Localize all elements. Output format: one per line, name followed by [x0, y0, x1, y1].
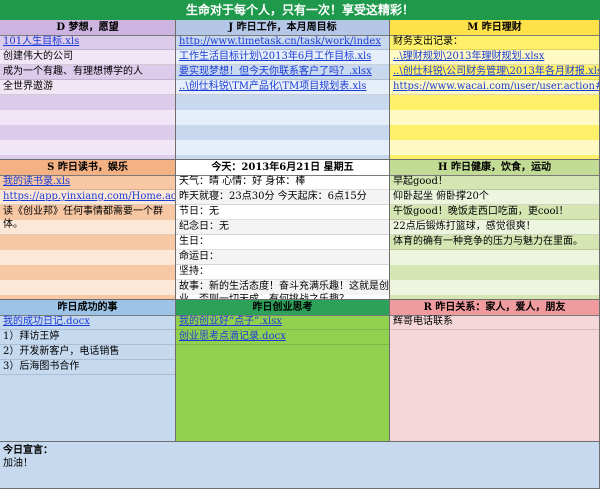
health-item: 仰卧起坐 俯卧撑20个 — [390, 190, 599, 205]
today-birthday: 生日： — [176, 235, 389, 250]
today-weather: 天气：晴 心情：好 身体：棒 — [176, 175, 389, 190]
finance-link-wacai[interactable]: https://www.wacai.com/user/user.action#6… — [390, 80, 599, 95]
panel-business: 昨日创业思考 我的创业好“点子”.xlsx 创业思考点滴记录.docx — [176, 300, 390, 442]
panel-today: 今天：2013年6月21日 星期五 天气：晴 心情：好 身体：棒 昨天就寝：23… — [176, 160, 390, 300]
business-link-thoughts[interactable]: 创业思考点滴记录.docx — [176, 330, 389, 345]
panel-work-header: J 昨日工作，本月周目标 — [176, 20, 389, 36]
panel-finance: M 昨日理财 财务支出记录： ..\理财规划\2013年理财规划.xlsx ..… — [390, 20, 600, 160]
panel-finance-header: M 昨日理财 — [390, 20, 599, 36]
success-item: 1）拜访王婷 — [0, 330, 175, 345]
dreams-item: 成为一个有趣、有理想博学的人 — [0, 65, 175, 80]
panel-business-header: 昨日创业思考 — [176, 300, 389, 316]
work-link-tm-project[interactable]: ..\创仕科锐\TM产品化\TM项目规划表.xls — [176, 80, 389, 95]
relations-item: 辉哥电话联系 — [390, 315, 599, 330]
panel-dreams: D 梦想，愿望 101人生目标.xls 创建伟大的公司 成为一个有趣、有理想博学… — [0, 20, 176, 160]
dreams-item: 全世界遨游 — [0, 80, 175, 95]
finance-label: 财务支出记录： — [390, 35, 599, 50]
panel-relations-header: R 昨日关系：家人，爱人，朋友 — [390, 300, 599, 316]
today-anniversary: 纪念日：无 — [176, 220, 389, 235]
today-fortune: 命运日： — [176, 250, 389, 265]
declaration-text: 加油！ — [3, 458, 33, 469]
panel-dreams-header: D 梦想，愿望 — [0, 20, 175, 36]
health-item: 早起good！ — [390, 175, 599, 190]
finance-link-plan[interactable]: ..\理财规划\2013年理财规划.xlsx — [390, 50, 599, 65]
health-item: 22点后锻炼打篮球，感觉很爽！ — [390, 220, 599, 235]
today-sleep: 昨天就寝：23点30分 今天起床：6点15分 — [176, 190, 389, 205]
panel-reading-header: S 昨日读书，娱乐 — [0, 160, 175, 176]
motto-banner: 生命对于每个人，只有一次！享受这精彩！ — [0, 0, 600, 20]
work-link-timetask[interactable]: http://www.timetask.cn/task/work/index — [176, 35, 389, 50]
success-item: 2）开发新客户，电话销售 — [0, 345, 175, 360]
today-story: 故事：新的生活态度！奋斗充满乐趣！这就是创业，否则一切天成，有何挑战之乐趣？ — [176, 280, 389, 299]
panel-today-header: 今天：2013年6月21日 星期五 — [176, 160, 389, 176]
business-link-ideas[interactable]: 我的创业好“点子”.xlsx — [176, 315, 389, 330]
declaration-label: 今日宣言： — [3, 445, 53, 456]
success-item: 3）后海图书合作 — [0, 360, 175, 375]
spreadsheet-grid: 生命对于每个人，只有一次！享受这精彩！ D 梦想，愿望 101人生目标.xls … — [0, 0, 600, 489]
reading-link-notes[interactable]: 我的读书录.xls — [0, 175, 175, 190]
reading-note: 读《创业邦》任何事情都需要一个群体。 — [0, 205, 175, 235]
dreams-link-life-goals[interactable]: 101人生目标.xls — [0, 35, 175, 50]
panel-success: 昨日成功的事 我的成功日记.docx 1）拜访王婷 2）开发新客户，电话销售 3… — [0, 300, 176, 442]
work-link-plan[interactable]: 工作生活目标计划\2013年6月工作目标.xls — [176, 50, 389, 65]
finance-link-company[interactable]: ..\创仕科锐\公司财务管理\2013年各月财报.xls — [390, 65, 599, 80]
panel-work: J 昨日工作，本月周目标 http://www.timetask.cn/task… — [176, 20, 390, 160]
panel-success-header: 昨日成功的事 — [0, 300, 175, 316]
panel-relations: R 昨日关系：家人，爱人，朋友 辉哥电话联系 — [390, 300, 600, 442]
work-link-customers[interactable]: 要实现梦想！但今天你联系客户了吗？.xlsx — [176, 65, 389, 80]
panel-reading: S 昨日读书，娱乐 我的读书录.xls https://app.yinxiang… — [0, 160, 176, 300]
today-persist: 坚持： — [176, 265, 389, 280]
today-festival: 节日：无 — [176, 205, 389, 220]
panel-health: H 昨日健康，饮食，运动 早起good！ 仰卧起坐 俯卧撑20个 午饭good！… — [390, 160, 600, 300]
reading-link-yinxiang[interactable]: https://app.yinxiang.com/Home.action — [0, 190, 175, 205]
panel-declaration: 今日宣言： 加油！ — [0, 442, 600, 489]
success-link-diary[interactable]: 我的成功日记.docx — [0, 315, 175, 330]
health-item: 午饭good！晚饭走西口吃面，更cool！ — [390, 205, 599, 220]
panel-health-header: H 昨日健康，饮食，运动 — [390, 160, 599, 176]
dreams-item: 创建伟大的公司 — [0, 50, 175, 65]
health-item: 体育的确有一种竞争的压力与魅力在里面。 — [390, 235, 599, 250]
